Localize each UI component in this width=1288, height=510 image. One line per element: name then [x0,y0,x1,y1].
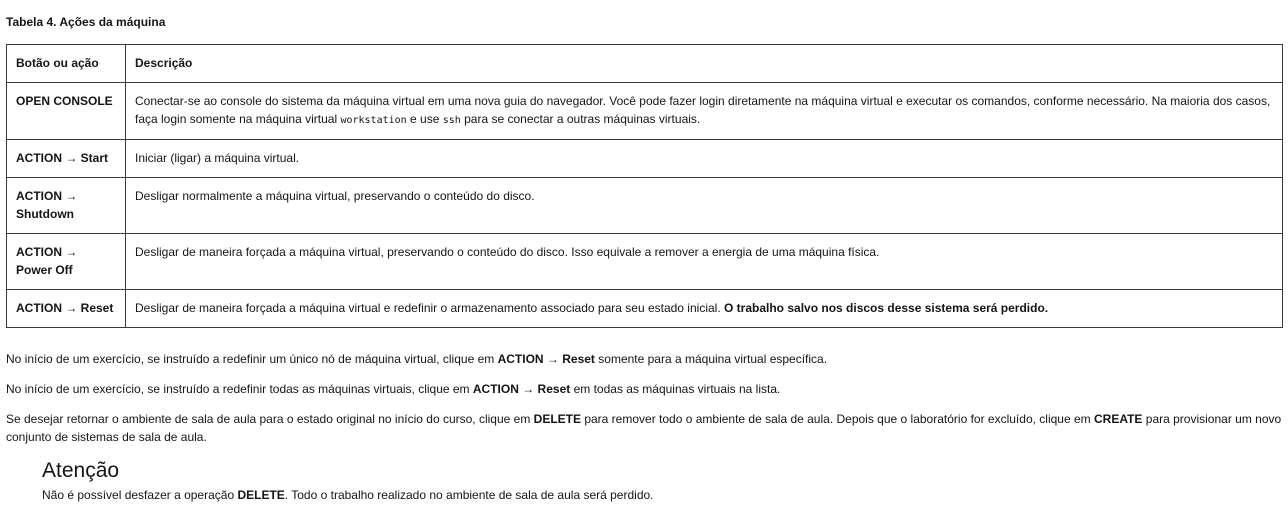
admonition-body: Não é possível desfazer a operação DELET… [42,486,1272,504]
admonition-text: Não é possível desfazer a operação [42,488,238,502]
description-cell: Desligar de maneira forçada a máquina vi… [125,289,1283,328]
machine-actions-table: Botão ou ação Descrição OPEN CONSOLE Con… [6,44,1283,328]
description-cell: Desligar de maneira forçada a máquina vi… [125,233,1283,290]
description-text: Conectar-se ao console do sistema da máq… [135,94,1271,126]
description-text: Desligar de maneira forçada a máquina vi… [135,301,724,315]
description-cell: Conectar-se ao console do sistema da máq… [125,82,1283,140]
action-reference: DELETE [533,412,581,426]
table-caption: Tabela 4. Ações da máquina [6,15,166,29]
inline-code: ssh [442,115,461,126]
admonition-title: Atenção [42,459,120,482]
warning-admonition: Atenção Não é possível desfazer a operaç… [42,458,1272,504]
action-reference: DELETE [237,488,285,502]
table-header-row: Botão ou ação Descrição [6,44,1283,83]
paragraph-text: Se desejar retornar o ambiente de sala d… [6,412,534,426]
table-row: OPEN CONSOLE Conectar-se ao console do s… [6,82,1283,140]
inline-code: workstation [340,115,407,126]
paragraph-text: em todas as máquinas virtuais na lista. [570,382,781,396]
table-row: ACTION → Reset Desligar de maneira força… [6,289,1283,328]
description-text: e use [406,112,443,126]
column-header-action: Botão ou ação [6,44,126,83]
description-text: para se conectar a outras máquinas virtu… [460,112,701,126]
action-reference: CREATE [1093,412,1143,426]
table-row: ACTION → Power Off Desligar de maneira f… [6,233,1283,290]
action-cell: OPEN CONSOLE [6,82,126,140]
action-cell: ACTION → Power Off [6,233,126,290]
paragraph-delete-create: Se desejar retornar o ambiente de sala d… [6,410,1284,446]
paragraph-text: para remover todo o ambiente de sala de … [581,412,1094,426]
action-cell: ACTION → Reset [6,289,126,328]
action-cell: ACTION → Shutdown [6,177,126,234]
column-header-description: Descrição [125,44,1283,83]
paragraph-text: No início de um exercício, se instruído … [6,382,473,396]
action-reference: ACTION → Reset [472,382,571,396]
description-cell: Iniciar (ligar) a máquina virtual. [125,139,1283,178]
paragraph-text: No início de um exercício, se instruído … [6,352,498,366]
table-row: ACTION → Start Iniciar (ligar) a máquina… [6,139,1283,178]
paragraph-reset-all: No início de um exercício, se instruído … [6,380,1284,398]
paragraph-text: somente para a máquina virtual específic… [594,352,828,366]
warning-text: O trabalho salvo nos discos desse sistem… [724,301,1049,315]
action-cell: ACTION → Start [6,139,126,178]
paragraph-reset-single: No início de um exercício, se instruído … [6,350,1284,368]
table-row: ACTION → Shutdown Desligar normalmente a… [6,177,1283,234]
description-cell: Desligar normalmente a máquina virtual, … [125,177,1283,234]
action-reference: ACTION → Reset [497,352,595,366]
admonition-text: . Todo o trabalho realizado no ambiente … [284,488,654,502]
